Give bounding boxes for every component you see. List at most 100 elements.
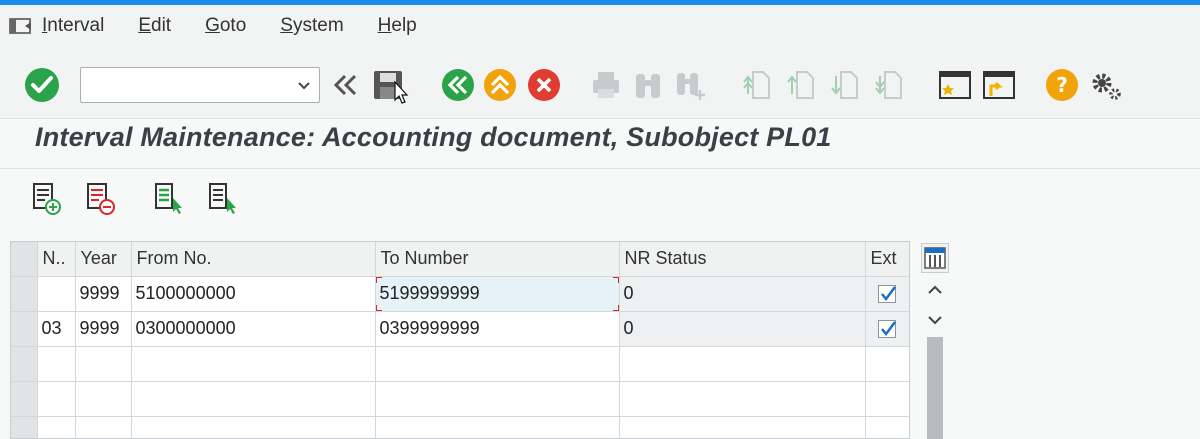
cell-year[interactable]: 9999 xyxy=(75,311,132,347)
cell-ext[interactable] xyxy=(865,416,909,438)
cell-ext[interactable] xyxy=(865,381,909,417)
help-button[interactable]: ? xyxy=(1044,67,1080,103)
table-row: 9999 5100000000 5199999999 0 xyxy=(11,276,909,312)
save-button[interactable] xyxy=(370,67,410,104)
cell-year[interactable] xyxy=(75,416,132,438)
find-next-button[interactable] xyxy=(672,67,708,103)
cell-ext[interactable] xyxy=(865,346,909,382)
cancel-button[interactable] xyxy=(526,67,562,103)
row-selector[interactable] xyxy=(11,311,38,347)
delete-interval-icon xyxy=(87,183,115,215)
next-page-icon xyxy=(831,71,858,99)
cell-from-no[interactable]: 5100000000 xyxy=(131,276,376,312)
save-icon xyxy=(374,71,409,104)
back-button[interactable] xyxy=(440,67,476,103)
insert-interval-icon xyxy=(33,183,61,215)
create-session-button[interactable] xyxy=(936,67,974,103)
row-selector[interactable] xyxy=(11,381,38,417)
select-all-button[interactable] xyxy=(152,180,188,218)
column-header-year[interactable]: Year xyxy=(75,242,132,277)
cell-nr-status[interactable] xyxy=(619,416,866,438)
ext-checkbox[interactable] xyxy=(878,285,896,304)
cell-no[interactable] xyxy=(37,346,76,382)
cell-no[interactable] xyxy=(37,416,76,438)
help-icon: ? xyxy=(1046,69,1078,101)
chevron-up-icon xyxy=(928,285,942,294)
new-window-icon xyxy=(939,71,971,99)
chevron-down-icon[interactable] xyxy=(295,75,313,95)
next-page-button[interactable] xyxy=(828,67,862,103)
focus-corner xyxy=(375,276,382,283)
cell-year[interactable]: 9999 xyxy=(75,276,132,312)
column-header-nr-status[interactable]: NR Status xyxy=(619,242,866,277)
interval-table: N.. Year From No. To Number NR Status Ex… xyxy=(10,241,910,439)
cell-year[interactable] xyxy=(75,381,132,417)
command-input[interactable] xyxy=(81,68,281,102)
cell-no[interactable] xyxy=(37,276,76,312)
find-button[interactable] xyxy=(630,67,666,103)
cell-nr-status[interactable]: 0 xyxy=(619,311,866,347)
cell-to-number[interactable] xyxy=(375,381,620,417)
binoculars-plus-icon xyxy=(677,73,705,100)
cell-from-no[interactable] xyxy=(131,381,376,417)
menu-toggle-icon[interactable] xyxy=(0,5,42,47)
table-row xyxy=(11,381,909,417)
table-row xyxy=(11,416,909,438)
menu-system[interactable]: System xyxy=(280,11,343,41)
cell-no[interactable] xyxy=(37,381,76,417)
row-selector[interactable] xyxy=(11,416,38,438)
cell-from-no[interactable]: 0300000000 xyxy=(131,311,376,347)
focus-corner xyxy=(612,304,618,310)
row-selector[interactable] xyxy=(11,276,38,312)
table-settings-icon xyxy=(924,247,946,269)
cell-nr-status[interactable]: 0 xyxy=(619,276,866,312)
cell-from-no[interactable] xyxy=(131,346,376,382)
checkmark-icon xyxy=(881,286,896,302)
cell-no[interactable]: 03 xyxy=(37,311,76,347)
delete-interval-button[interactable] xyxy=(84,180,120,218)
cell-to-number[interactable] xyxy=(375,346,620,382)
previous-page-button[interactable] xyxy=(784,67,818,103)
command-field[interactable] xyxy=(80,67,320,103)
column-header-no[interactable]: N.. xyxy=(37,242,76,277)
row-selector[interactable] xyxy=(11,346,38,382)
scroll-up-button[interactable] xyxy=(921,277,949,303)
cell-to-number[interactable]: 0399999999 xyxy=(375,311,620,347)
cell-ext xyxy=(865,311,909,347)
select-all-rows-cell[interactable] xyxy=(11,242,38,277)
menu-help[interactable]: Help xyxy=(378,11,417,41)
binoculars-icon xyxy=(636,74,660,98)
enter-button[interactable] xyxy=(22,67,62,103)
menu-interval[interactable]: Interval xyxy=(42,11,104,41)
menu-goto[interactable]: Goto xyxy=(205,11,246,41)
customize-button[interactable] xyxy=(1086,67,1126,103)
column-header-ext[interactable]: Ext xyxy=(865,242,909,277)
cell-to-number[interactable] xyxy=(375,416,620,438)
scroll-down-button[interactable] xyxy=(921,307,949,333)
deselect-all-icon xyxy=(209,183,236,214)
vertical-scrollbar[interactable] xyxy=(921,277,949,439)
print-button[interactable] xyxy=(588,67,624,103)
last-page-button[interactable] xyxy=(872,67,906,103)
cell-to-number-value: 5199999999 xyxy=(379,283,480,303)
cell-year[interactable] xyxy=(75,346,132,382)
collapse-button[interactable] xyxy=(328,67,362,103)
insert-interval-button[interactable] xyxy=(30,180,66,218)
cell-nr-status[interactable] xyxy=(619,381,866,417)
last-page-icon xyxy=(875,71,902,99)
cell-from-no[interactable] xyxy=(131,416,376,438)
shortcut-button[interactable] xyxy=(980,67,1018,103)
ext-checkbox[interactable] xyxy=(878,320,896,339)
column-header-from-no[interactable]: From No. xyxy=(131,242,376,277)
menu-edit[interactable]: Edit xyxy=(138,11,171,41)
column-configuration-button[interactable] xyxy=(921,243,949,273)
cell-nr-status[interactable] xyxy=(619,346,866,382)
cell-to-number[interactable]: 5199999999 xyxy=(375,276,620,312)
table-row xyxy=(11,346,909,382)
exit-button[interactable] xyxy=(482,67,518,103)
first-page-button[interactable] xyxy=(740,67,774,103)
column-header-to-number[interactable]: To Number xyxy=(375,242,620,277)
deselect-all-button[interactable] xyxy=(206,180,242,218)
scrollbar-thumb[interactable] xyxy=(927,337,943,439)
svg-text:?: ? xyxy=(1056,73,1068,97)
